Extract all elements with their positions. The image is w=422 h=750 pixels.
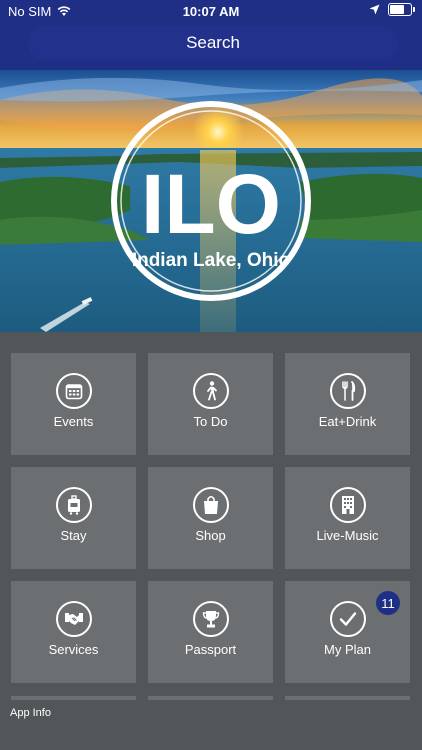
calendar-icon — [56, 373, 92, 409]
tile-label: To Do — [193, 414, 228, 429]
tile-passport[interactable]: Passport — [148, 581, 273, 683]
tile-stay[interactable]: Stay — [11, 467, 136, 569]
search-button[interactable]: Search — [28, 26, 398, 60]
tile-label: Live-Music — [316, 528, 379, 543]
header-bar: Search — [0, 22, 422, 70]
status-bar: No SIM 10:07 AM — [0, 0, 422, 22]
handshake-icon — [56, 601, 92, 637]
tile-label: Events — [53, 414, 94, 429]
search-label: Search — [186, 33, 240, 52]
trophy-icon — [193, 601, 229, 637]
status-time: 10:07 AM — [182, 4, 240, 19]
tile-label: Eat+Drink — [318, 414, 377, 429]
app-info-link[interactable]: App Info — [10, 707, 51, 719]
battery-level — [390, 5, 404, 14]
battery-icon — [388, 3, 415, 16]
tile-services[interactable]: Services — [11, 581, 136, 683]
tile-label: My Plan — [324, 642, 371, 657]
luggage-icon — [56, 487, 92, 523]
shopping-bag-icon — [193, 487, 229, 523]
tile-label: Shop — [195, 528, 226, 543]
location-arrow-icon — [369, 4, 380, 15]
fork-knife-icon — [330, 373, 366, 409]
hero-image: ILO Indian Lake, Ohio — [0, 70, 422, 332]
tile-my-plan[interactable]: My Plan 11 — [285, 581, 410, 683]
tile-label: Services — [48, 642, 99, 657]
tile-to-do[interactable]: To Do — [148, 353, 273, 455]
tile-live-music[interactable]: Live-Music — [285, 467, 410, 569]
lake-photo: ILO Indian Lake, Ohio — [0, 70, 422, 332]
tile-label: Stay — [60, 528, 87, 543]
tile-eat-drink[interactable]: Eat+Drink — [285, 353, 410, 455]
walking-person-icon — [193, 373, 229, 409]
logo-text: ILO — [141, 157, 281, 251]
logo-subtitle: Indian Lake, Ohio — [132, 250, 290, 271]
footer-bar: App Info — [0, 700, 422, 750]
tile-label: Passport — [184, 642, 237, 657]
status-right — [369, 3, 415, 16]
building-icon — [330, 487, 366, 523]
checkmark-icon — [330, 601, 366, 637]
plan-count-badge: 11 — [376, 591, 400, 615]
tile-shop[interactable]: Shop — [148, 467, 273, 569]
tile-events[interactable]: Events — [11, 353, 136, 455]
